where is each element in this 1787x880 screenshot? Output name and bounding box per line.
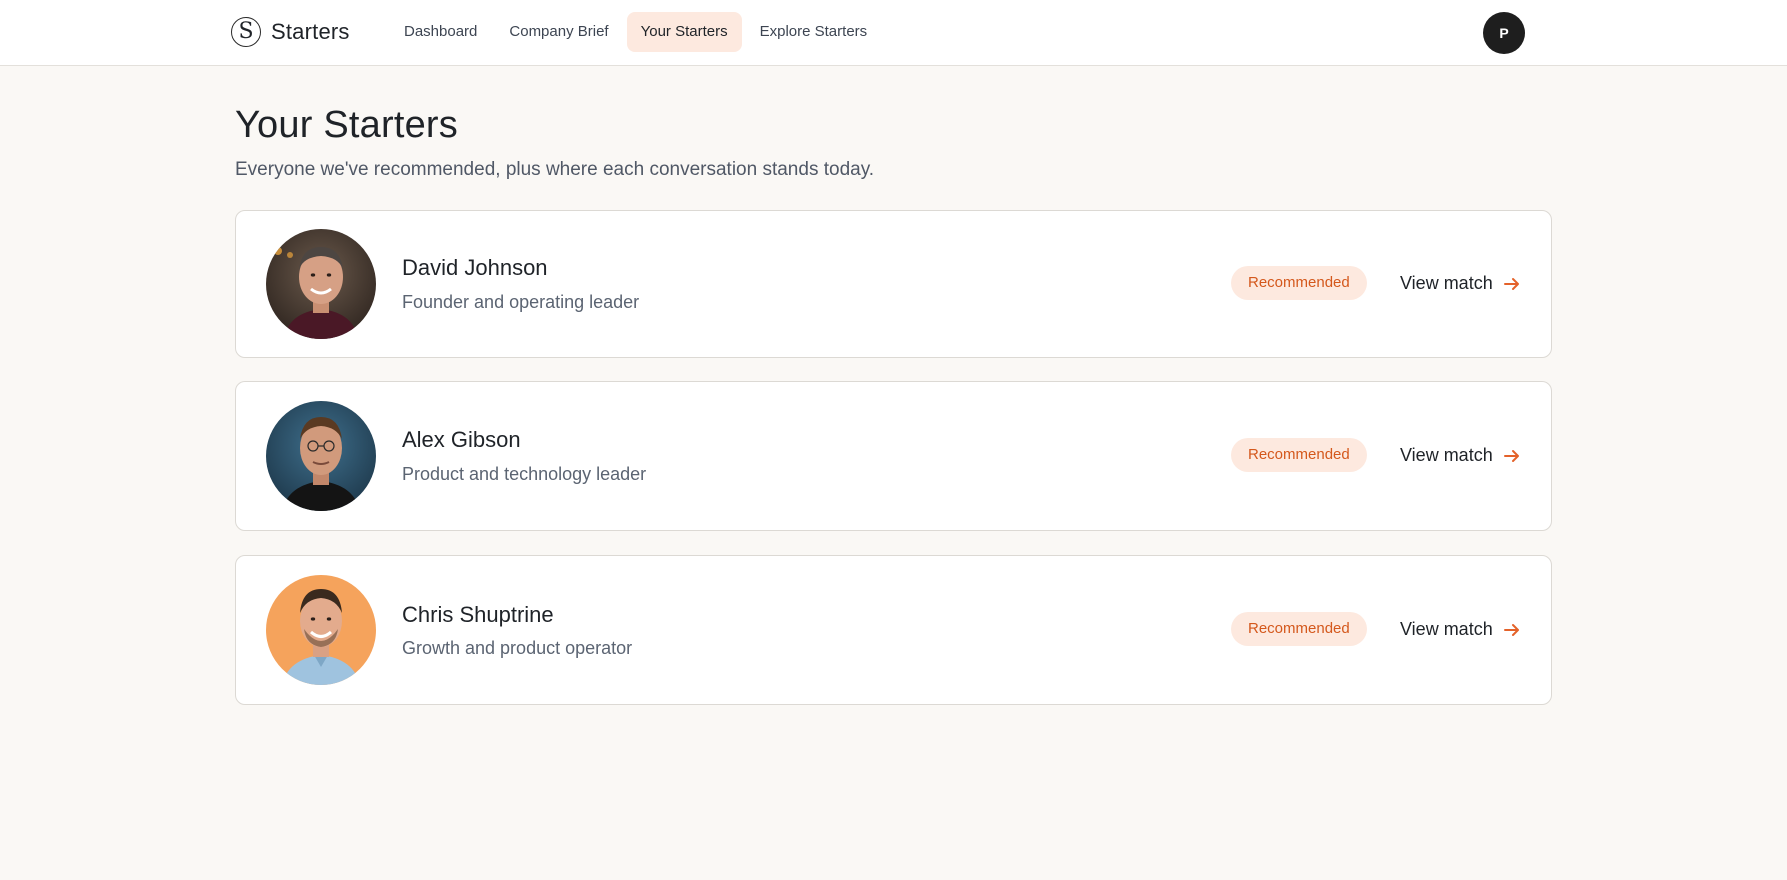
view-match-link[interactable]: View match: [1400, 619, 1521, 640]
arrow-right-icon: [1503, 277, 1519, 290]
nav-item-company-brief[interactable]: Company Brief: [495, 12, 622, 52]
nav-item-your-starters[interactable]: Your Starters: [626, 12, 742, 52]
view-match-label: View match: [1400, 619, 1493, 639]
starter-name: Chris Shuptrine: [402, 602, 554, 627]
arrow-right-icon: [1503, 449, 1519, 462]
starter-role: Founder and operating leader: [402, 292, 640, 312]
starter-role: Growth and product operator: [402, 638, 633, 658]
starter-card: David Johnson Founder and operating lead…: [235, 210, 1552, 358]
starter-name: Alex Gibson: [402, 427, 521, 452]
person-photo-icon: [266, 401, 376, 511]
view-match-label: View match: [1400, 273, 1493, 293]
nav-item-dashboard[interactable]: Dashboard: [390, 12, 491, 52]
brand-logo-icon: S: [231, 17, 261, 47]
starter-card: Chris Shuptrine Growth and product opera…: [235, 555, 1552, 705]
arrow-right-icon: [1503, 623, 1519, 636]
status-badge: Recommended: [1231, 612, 1367, 646]
starter-role: Product and technology leader: [402, 464, 647, 484]
status-badge: Recommended: [1231, 438, 1367, 472]
nav-item-explore-starters[interactable]: Explore Starters: [746, 12, 882, 52]
person-photo-icon: [266, 575, 376, 685]
view-match-label: View match: [1400, 445, 1493, 465]
brand[interactable]: S Starters: [231, 15, 350, 49]
page-title: Your Starters: [235, 104, 458, 146]
user-avatar-button[interactable]: P: [1483, 12, 1525, 54]
top-nav-bar: S Starters Dashboard Company Brief Your …: [0, 0, 1787, 66]
view-match-link[interactable]: View match: [1400, 445, 1521, 466]
main-nav: Dashboard Company Brief Your Starters Ex…: [390, 12, 881, 52]
starter-card: Alex Gibson Product and technology leade…: [235, 381, 1552, 531]
status-badge: Recommended: [1231, 266, 1367, 300]
starter-name: David Johnson: [402, 255, 548, 280]
page-subtitle: Everyone we've recommended, plus where e…: [235, 159, 875, 180]
person-photo-icon: [266, 229, 376, 339]
brand-name: Starters: [271, 19, 350, 44]
view-match-link[interactable]: View match: [1400, 273, 1521, 294]
